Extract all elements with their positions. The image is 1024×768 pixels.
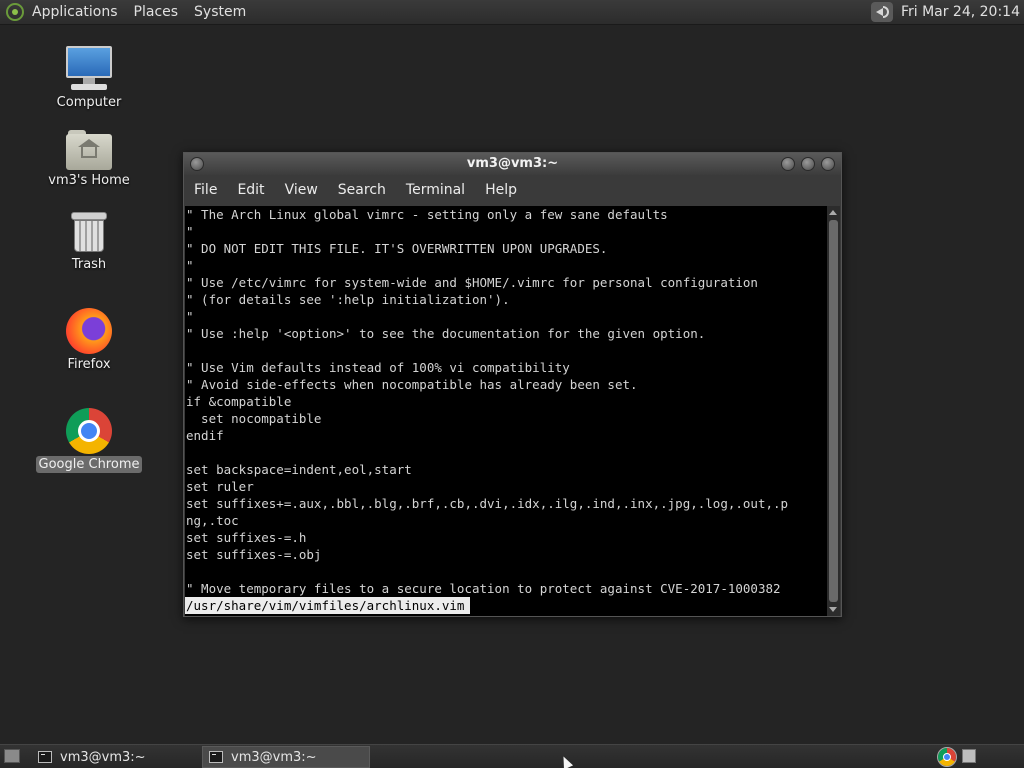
window-titlebar[interactable]: vm3@vm3:~ — [184, 153, 841, 175]
minimize-button[interactable] — [781, 157, 795, 171]
desktop-icon-firefox[interactable]: Firefox — [34, 308, 144, 373]
menu-help[interactable]: Help — [485, 182, 517, 198]
distro-logo-icon[interactable] — [6, 3, 24, 21]
show-desktop-icon[interactable] — [4, 749, 20, 763]
scroll-up-arrow-icon[interactable] — [829, 210, 837, 215]
terminal-line: " Avoid side-effects when nocompatible h… — [186, 377, 638, 392]
menu-places[interactable]: Places — [134, 4, 179, 20]
terminal-window[interactable]: vm3@vm3:~ File Edit View Search Terminal… — [183, 152, 842, 617]
terminal-line: set suffixes+=.aux,.bbl,.blg,.brf,.cb,.d… — [186, 496, 789, 511]
terminal-output[interactable]: " The Arch Linux global vimrc - setting … — [185, 206, 827, 616]
desktop-icon-home[interactable]: vm3's Home — [34, 130, 144, 189]
desktop-icon-chrome[interactable]: Google Chrome — [34, 408, 144, 473]
close-button[interactable] — [821, 157, 835, 171]
desktop-icon-label: Google Chrome — [35, 456, 143, 473]
terminal-line: " — [186, 224, 194, 239]
menu-applications[interactable]: Applications — [32, 4, 118, 20]
terminal-line: " Use Vim defaults instead of 100% vi co… — [186, 360, 570, 375]
bottom-panel: vm3@vm3:~ vm3@vm3:~ — [0, 744, 1024, 768]
trash-icon — [71, 210, 107, 254]
menu-file[interactable]: File — [194, 182, 217, 198]
terminal-line: " — [186, 258, 194, 273]
desktop-icon-trash[interactable]: Trash — [34, 210, 144, 273]
terminal-line: " — [186, 309, 194, 324]
volume-icon[interactable] — [870, 2, 893, 22]
terminal-line: " Move temporary files to a secure locat… — [186, 581, 781, 596]
terminal-line: " DO NOT EDIT THIS FILE. IT'S OVERWRITTE… — [186, 241, 608, 256]
menu-terminal[interactable]: Terminal — [406, 182, 465, 198]
firefox-icon — [66, 308, 112, 354]
terminal-icon — [38, 751, 52, 763]
taskbar-button-label: vm3@vm3:~ — [231, 749, 317, 765]
taskbar-button[interactable]: vm3@vm3:~ — [32, 746, 198, 768]
desktop-icon-label: Computer — [56, 95, 122, 110]
clock[interactable]: Fri Mar 24, 20:14 — [901, 4, 1020, 20]
terminal-line: set suffixes-=.h — [186, 530, 307, 545]
terminal-line: set nocompatible — [186, 411, 322, 426]
menu-search[interactable]: Search — [338, 182, 386, 198]
top-panel: Applications Places System Fri Mar 24, 2… — [0, 0, 1024, 25]
desktop-icon-label: vm3's Home — [48, 173, 130, 188]
terminal-line: " The Arch Linux global vimrc - setting … — [186, 207, 668, 222]
workspace-switcher-icon[interactable] — [962, 749, 976, 763]
terminal-line: set backspace=indent,eol,start — [186, 462, 412, 477]
computer-icon — [65, 46, 113, 92]
chrome-tray-icon[interactable] — [937, 747, 957, 767]
menu-system[interactable]: System — [194, 4, 246, 20]
taskbar-button-active[interactable]: vm3@vm3:~ — [202, 746, 370, 768]
terminal-line: set suffixes-=.obj — [186, 547, 322, 562]
vim-status-line: /usr/share/vim/vimfiles/archlinux.vim — [185, 597, 471, 614]
terminal-line: ng,.toc — [186, 513, 239, 528]
window-menubar: File Edit View Search Terminal Help — [184, 175, 841, 205]
terminal-line: set ruler — [186, 479, 254, 494]
menu-edit[interactable]: Edit — [237, 182, 264, 198]
menu-view[interactable]: View — [285, 182, 318, 198]
scroll-thumb[interactable] — [829, 220, 838, 602]
window-title: vm3@vm3:~ — [466, 156, 559, 171]
maximize-button[interactable] — [801, 157, 815, 171]
terminal-line: " (for details see ':help initialization… — [186, 292, 510, 307]
terminal-line: if &compatible — [186, 394, 292, 409]
desktop-icon-label: Firefox — [67, 357, 111, 372]
terminal-line: " Use :help '<option>' to see the docume… — [186, 326, 706, 341]
terminal-line: endif — [186, 428, 224, 443]
taskbar-button-label: vm3@vm3:~ — [60, 749, 146, 765]
panel-tray: Fri Mar 24, 20:14 — [870, 0, 1020, 24]
home-folder-icon — [66, 130, 112, 170]
terminal-icon — [209, 751, 223, 763]
scroll-down-arrow-icon[interactable] — [829, 607, 837, 612]
desktop-icon-computer[interactable]: Computer — [34, 46, 144, 111]
desktop-icon-label: Trash — [71, 257, 107, 272]
terminal-line: " Use /etc/vimrc for system-wide and $HO… — [186, 275, 758, 290]
terminal-scrollbar[interactable] — [827, 206, 840, 616]
chrome-icon — [66, 408, 112, 454]
window-menu-button[interactable] — [190, 157, 204, 171]
